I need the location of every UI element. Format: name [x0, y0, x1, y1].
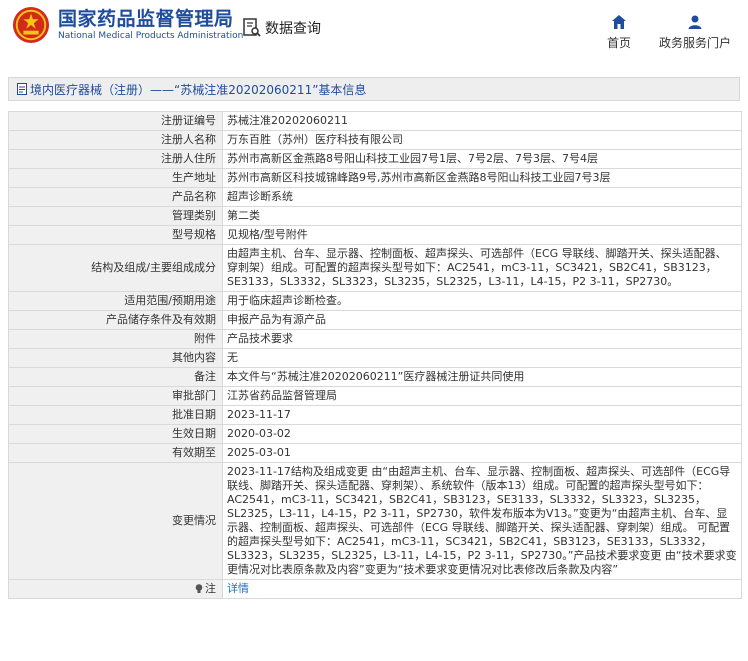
- row-value: 由超声主机、台车、显示器、控制面板、超声探头、可选部件（ECG 导联线、脚踏开关…: [222, 244, 742, 292]
- note-value-cell: 详情: [222, 579, 742, 599]
- brand-name-en: National Medical Products Administration: [58, 30, 244, 41]
- row-label: 有效期至: [8, 443, 223, 463]
- table-row: 注册人名称 万东百胜（苏州）医疗科技有限公司: [8, 130, 742, 150]
- row-label: 审批部门: [8, 386, 223, 406]
- nav-service-portal[interactable]: 政务服务门户: [655, 14, 735, 51]
- row-label: 适用范围/预期用途: [8, 291, 223, 311]
- nav-service-portal-label: 政务服务门户: [658, 36, 731, 50]
- table-row: 产品名称 超声诊断系统: [8, 187, 742, 207]
- row-label: 管理类别: [8, 206, 223, 226]
- row-value: 2023-11-17结构及组成变更 由“由超声主机、台车、显示器、控制面板、超声…: [222, 462, 742, 580]
- national-emblem-icon: [12, 6, 50, 44]
- row-label: 注册证编号: [8, 111, 223, 131]
- table-row: 备注 本文件与“苏械注准20202060211”医疗器械注册证共同使用: [8, 367, 742, 387]
- record-detail-table: 注册证编号 苏械注准20202060211 注册人名称 万东百胜（苏州）医疗科技…: [8, 111, 742, 599]
- row-label: 注册人名称: [8, 130, 223, 150]
- user-icon: [688, 15, 702, 29]
- table-row: 注册证编号 苏械注准20202060211: [8, 111, 742, 131]
- table-row: 注册人住所 苏州市高新区金燕路8号阳山科技工业园7号1层、7号2层、7号3层、7…: [8, 149, 742, 169]
- row-label: 生产地址: [8, 168, 223, 188]
- row-value: 苏州市高新区金燕路8号阳山科技工业园7号1层、7号2层、7号3层、7号4层: [222, 149, 742, 169]
- row-label: 生效日期: [8, 424, 223, 444]
- table-row: 生效日期 2020-03-02: [8, 424, 742, 444]
- row-label: 注册人住所: [8, 149, 223, 169]
- row-value: 无: [222, 348, 742, 368]
- search-document-icon: [243, 18, 261, 37]
- row-value: 本文件与“苏械注准20202060211”医疗器械注册证共同使用: [222, 367, 742, 387]
- lightbulb-icon: [195, 584, 203, 593]
- table-row: 有效期至 2025-03-01: [8, 443, 742, 463]
- brand-name-cn: 国家药品监督管理局: [58, 7, 234, 30]
- data-query-label: 数据查询: [265, 21, 321, 37]
- row-value: 2020-03-02: [222, 424, 742, 444]
- table-row: 审批部门 江苏省药品监督管理局: [8, 386, 742, 406]
- row-label: 附件: [8, 329, 223, 349]
- table-row: 生产地址 苏州市高新区科技城锦峰路9号,苏州市高新区金燕路8号阳山科技工业园7号…: [8, 168, 742, 188]
- row-value: 用于临床超声诊断检查。: [222, 291, 742, 311]
- row-label: 其他内容: [8, 348, 223, 368]
- table-row: 适用范围/预期用途 用于临床超声诊断检查。: [8, 291, 742, 311]
- table-row: 其他内容 无: [8, 348, 742, 368]
- document-icon: [17, 83, 27, 95]
- row-label: 产品名称: [8, 187, 223, 207]
- nav-home-label: 首页: [606, 36, 631, 50]
- row-value: 江苏省药品监督管理局: [222, 386, 742, 406]
- row-value: 苏械注准20202060211: [222, 111, 742, 131]
- row-value: 见规格/型号附件: [222, 225, 742, 245]
- row-label: 备注: [8, 367, 223, 387]
- row-value: 申报产品为有源产品: [222, 310, 742, 330]
- row-value: 第二类: [222, 206, 742, 226]
- site-header: 国家药品监督管理局 National Medical Products Admi…: [0, 0, 748, 62]
- row-value: 苏州市高新区科技城锦峰路9号,苏州市高新区金燕路8号阳山科技工业园7号3层: [222, 168, 742, 188]
- table-row: 产品储存条件及有效期 申报产品为有源产品: [8, 310, 742, 330]
- row-value: 产品技术要求: [222, 329, 742, 349]
- home-icon: [612, 15, 626, 29]
- table-row-note: 注 详情: [8, 579, 742, 599]
- row-label: 产品储存条件及有效期: [8, 310, 223, 330]
- note-label: 注: [205, 582, 216, 595]
- row-label: 变更情况: [8, 462, 223, 580]
- table-row: 批准日期 2023-11-17: [8, 405, 742, 425]
- row-value: 超声诊断系统: [222, 187, 742, 207]
- record-title-bar: 境内医疗器械（注册）——“苏械注准20202060211”基本信息: [8, 77, 740, 101]
- table-row: 附件 产品技术要求: [8, 329, 742, 349]
- row-label: 批准日期: [8, 405, 223, 425]
- details-link[interactable]: 详情: [227, 582, 249, 595]
- table-row: 型号规格 见规格/型号附件: [8, 225, 742, 245]
- row-value: 万东百胜（苏州）医疗科技有限公司: [222, 130, 742, 150]
- record-title: 境内医疗器械（注册）——“苏械注准20202060211”基本信息: [30, 82, 367, 97]
- row-label: 型号规格: [8, 225, 223, 245]
- table-row: 结构及组成/主要组成成分 由超声主机、台车、显示器、控制面板、超声探头、可选部件…: [8, 244, 742, 292]
- table-row: 变更情况 2023-11-17结构及组成变更 由“由超声主机、台车、显示器、控制…: [8, 462, 742, 580]
- data-query-link[interactable]: 数据查询: [243, 18, 321, 38]
- row-value: 2025-03-01: [222, 443, 742, 463]
- row-value: 2023-11-17: [222, 405, 742, 425]
- table-row: 管理类别 第二类: [8, 206, 742, 226]
- site-logo[interactable]: 国家药品监督管理局 National Medical Products Admi…: [12, 6, 243, 44]
- row-label: 结构及组成/主要组成成分: [8, 244, 223, 292]
- nav-home[interactable]: 首页: [604, 14, 634, 51]
- note-label-cell: 注: [8, 579, 223, 599]
